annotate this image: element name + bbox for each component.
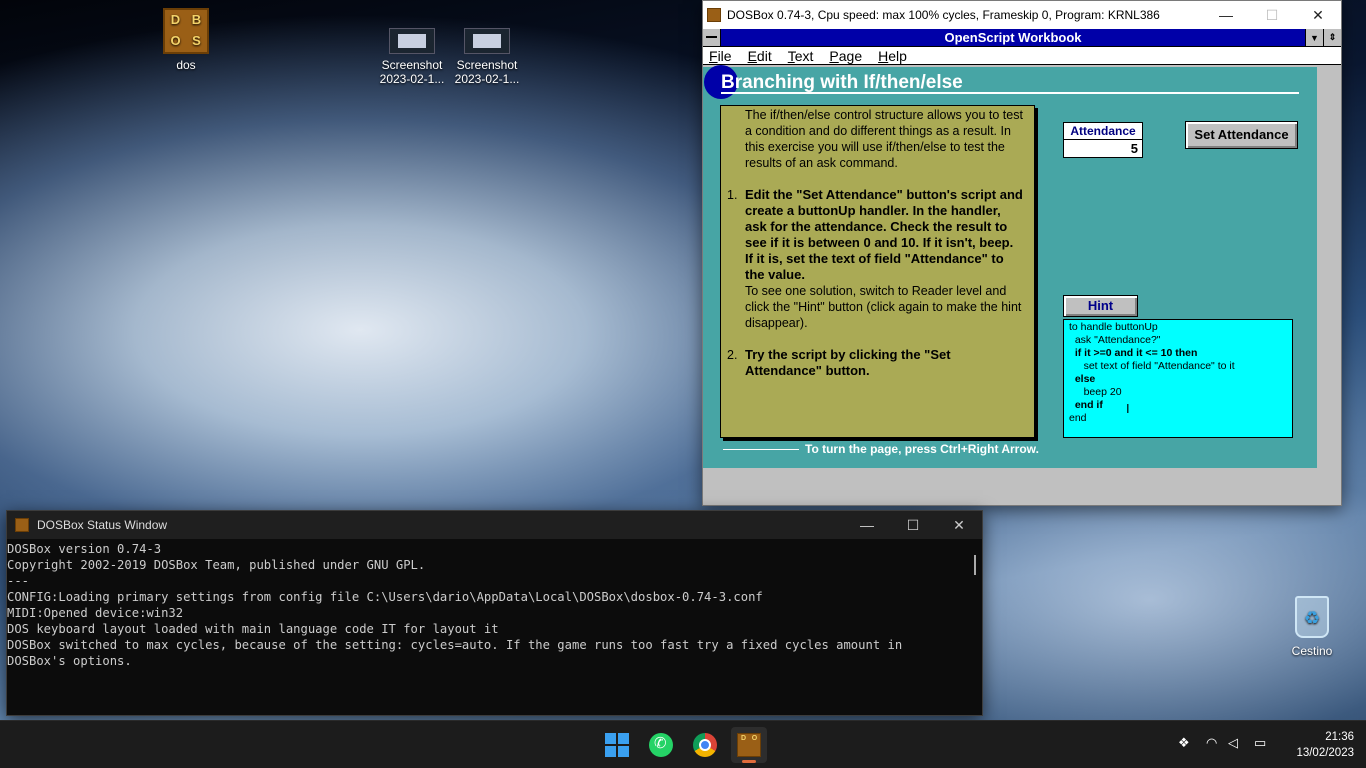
console-line: DOSBox version 0.74-3 [7,542,162,556]
desktop-icon-label: Screenshot [456,58,518,72]
desktop-icon-sublabel: 2023-02-1... [379,72,445,86]
system-menu-button[interactable] [703,29,721,46]
console-line: DOS keyboard layout loaded with main lan… [7,622,499,636]
step-text-bold: Edit the "Set Attendance" button's scrip… [745,187,1023,282]
openscript-title: OpenScript Workbook [944,30,1082,45]
step-text-bold: Try the script by clicking the "Set Atte… [745,347,951,378]
clock-date: 13/02/2023 [1296,747,1354,759]
set-attendance-button[interactable]: Set Attendance [1185,121,1298,149]
code-line: else [1069,373,1096,385]
whatsapp-icon [649,733,673,757]
close-button[interactable]: ✕ [936,511,982,539]
menu-help[interactable]: Help [872,47,913,64]
attendance-label: Attendance [1063,122,1143,140]
page-title: Branching with If/then/else [721,72,963,93]
image-thumbnail-icon [464,28,510,54]
recycle-bin-icon [1295,596,1329,638]
scrollbar[interactable] [974,555,976,575]
taskbar-dosbox[interactable]: DO [731,727,767,763]
step-text-note: To see one solution, switch to Reader le… [745,284,1022,330]
clock[interactable]: 21:36 13/02/2023 [1296,729,1354,761]
windows-logo-icon [605,733,629,757]
clock-time: 21:36 [1325,731,1354,743]
maximize-button[interactable]: ☐ [890,511,936,539]
console-line: --- [7,574,30,588]
attendance-field[interactable]: 5 [1063,139,1143,158]
console-line: MIDI:Opened device:win32 [7,606,184,620]
dropbox-icon[interactable]: ❖ [1178,735,1190,751]
taskbar: DO ❖ ◠ ◁ ▭ 21:36 13/02/2023 [0,720,1366,768]
menubar: File Edit Text Page Help [703,47,1341,65]
menu-text[interactable]: Text [782,47,820,64]
desktop-icon-label: dos [176,58,196,72]
volume-icon[interactable]: ◁ [1228,735,1238,751]
minimize-arrow-button[interactable]: ▼ [1305,29,1323,46]
dosbox-title: DOSBox 0.74-3, Cpu speed: max 100% cycle… [727,8,1160,22]
status-window: DOSBox Status Window — ☐ ✕ DOSBox versio… [6,510,983,716]
menu-edit[interactable]: Edit [742,47,778,64]
desktop-icon-screenshot-2[interactable]: Screenshot 2023-02-1... [449,4,525,86]
code-line: if it >=0 and it <= 10 then [1069,347,1198,359]
dosbox-titlebar[interactable]: DOSBox 0.74-3, Cpu speed: max 100% cycle… [703,1,1341,29]
status-title: DOSBox Status Window [37,518,168,532]
intro-text: The if/then/else control structure allow… [745,108,1023,170]
minimize-button[interactable]: — [844,511,890,539]
dosbox-icon: DO [737,733,761,757]
image-thumbnail-icon [389,28,435,54]
dosbox-icon: DB OS [163,8,209,54]
desktop-icon-dos[interactable]: DB OS dos [148,8,224,72]
dosbox-icon [707,8,721,22]
console-output[interactable]: DOSBox version 0.74-3 Copyright 2002-201… [7,539,982,669]
restore-arrow-button[interactable]: ⇕ [1323,29,1341,46]
desktop-icon-label: Screenshot [381,58,443,72]
page-footer: To turn the page, press Ctrl+Right Arrow… [723,442,1313,458]
wifi-icon[interactable]: ◠ [1206,735,1217,751]
workbook-page: Branching with If/then/else The if/then/… [703,65,1317,468]
code-line: end [1069,412,1087,424]
text-cursor-icon: I [1126,401,1130,416]
list-item: 2. Try the script by clicking the "Set A… [727,347,1024,379]
step-number: 1. [727,188,738,202]
dosbox-icon [15,518,29,532]
steps-list: 1. Edit the "Set Attendance" button's sc… [727,187,1024,379]
status-titlebar[interactable]: DOSBox Status Window — ☐ ✕ [7,511,982,539]
console-line: CONFIG:Loading primary settings from con… [7,590,763,604]
menu-file[interactable]: File [703,47,738,64]
code-line: to handle buttonUp [1069,321,1158,333]
desktop-icon-label: Cestino [1291,644,1333,658]
menu-page[interactable]: Page [823,47,868,64]
code-line: ask "Attendance?" [1069,334,1161,346]
footer-text: To turn the page, press Ctrl+Right Arrow… [805,442,1039,456]
battery-icon[interactable]: ▭ [1254,735,1266,751]
step-number: 2. [727,348,738,362]
taskbar-whatsapp[interactable] [643,727,679,763]
console-line: DOSBox switched to max cycles, because o… [7,638,910,668]
code-line: end if [1069,399,1103,411]
openscript-titlebar[interactable]: OpenScript Workbook ▼ ⇕ [703,29,1341,47]
minimize-button[interactable]: — [1203,1,1249,29]
dosbox-window: DOSBox 0.74-3, Cpu speed: max 100% cycle… [702,0,1342,506]
list-item: 1. Edit the "Set Attendance" button's sc… [727,187,1024,331]
desktop-icon-screenshot-1[interactable]: Screenshot 2023-02-1... [374,4,450,86]
desktop-icon-sublabel: 2023-02-1... [454,72,520,86]
title-underline [721,92,1299,94]
footer-rule [723,449,799,450]
start-button[interactable] [599,727,635,763]
taskbar-chrome[interactable] [687,727,723,763]
maximize-button[interactable]: ☐ [1249,1,1295,29]
chrome-icon [693,733,717,757]
instructions-box: The if/then/else control structure allow… [720,105,1035,438]
desktop-icon-recycle-bin[interactable]: Cestino [1280,596,1344,658]
code-line: set text of field "Attendance" to it [1069,360,1235,372]
code-line: beep 20 [1069,386,1122,398]
close-button[interactable]: ✕ [1295,1,1341,29]
hint-button[interactable]: Hint [1063,295,1138,317]
console-line: Copyright 2002-2019 DOSBox Team, publish… [7,558,426,572]
hint-script-box: to handle buttonUp ask "Attendance?" if … [1063,319,1293,438]
